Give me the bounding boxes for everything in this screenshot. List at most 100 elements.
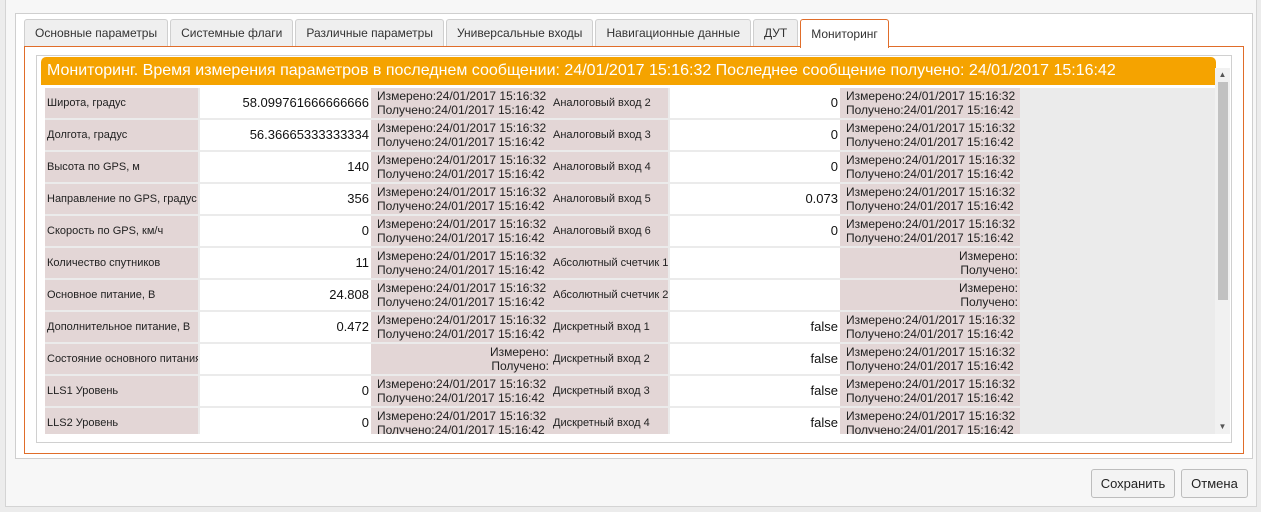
parameter-value-field[interactable]: 0 [670, 152, 840, 182]
parameter-value-field[interactable] [200, 344, 371, 374]
timestamp-cell: Измерено:24/01/2017 15:16:32 Получено:24/… [840, 88, 1020, 118]
timestamp-cell: Измерено:24/01/2017 15:16:32 Получено:24/… [840, 152, 1020, 182]
tab-panel: Основные параметры Системные флаги Разли… [15, 13, 1253, 459]
tab-monitoring[interactable]: Мониторинг [800, 19, 889, 48]
parameter-value-field[interactable]: 0.472 [200, 312, 371, 342]
table-row: Высота по GPS, м 140 Измерено:24/01/2017 1… [45, 152, 1220, 182]
timestamp-cell: Измерено: Получено: [840, 248, 1020, 278]
measured-time: Измерено:24/01/2017 15:16:32 [377, 409, 547, 423]
vertical-scrollbar[interactable]: ▲ ▼ [1215, 68, 1230, 434]
parameter-label: Абсолютный счетчик 1 [551, 248, 668, 278]
parameter-label: Направление по GPS, градус [45, 184, 198, 214]
received-time: Получено:24/01/2017 15:16:42 [377, 135, 545, 149]
parameter-value-field[interactable]: 0 [200, 376, 371, 406]
tab-bar: Основные параметры Системные флаги Разли… [24, 19, 891, 48]
parameter-label: Аналоговый вход 2 [551, 88, 668, 118]
parameter-value-field[interactable]: 356 [200, 184, 371, 214]
received-time: Получено:24/01/2017 15:16:42 [846, 135, 1014, 149]
tab-universal-inputs[interactable]: Универсальные входы [445, 19, 594, 46]
tab-fuel-sensor[interactable]: ДУТ [753, 19, 799, 46]
received-time: Получено: [960, 263, 1018, 277]
parameter-value-field[interactable] [670, 280, 840, 310]
save-button[interactable]: Сохранить [1091, 469, 1175, 498]
received-time: Получено:24/01/2017 15:16:42 [377, 199, 545, 213]
parameter-value-field[interactable]: 11 [200, 248, 371, 278]
table-row: Состояние основного питания Измерено: Полу… [45, 344, 1220, 374]
received-time: Получено:24/01/2017 15:16:42 [846, 103, 1014, 117]
table-row: Долгота, градус 56.36665333333334 Измерено… [45, 120, 1220, 150]
parameter-value-field[interactable] [670, 248, 840, 278]
parameter-value-field[interactable]: 0 [670, 120, 840, 150]
parameter-label: Долгота, градус [45, 120, 198, 150]
received-time: Получено:24/01/2017 15:16:42 [377, 103, 545, 117]
parameter-label: Дискретный вход 2 [551, 344, 668, 374]
parameter-value-field[interactable]: 0 [670, 88, 840, 118]
parameter-value-field[interactable]: 56.36665333333334 [200, 120, 371, 150]
parameter-value-field[interactable]: 0 [200, 216, 371, 246]
received-time: Получено: [491, 359, 549, 373]
timestamp-cell: Измерено:24/01/2017 15:16:32 Получено:24/… [371, 376, 551, 406]
received-time: Получено:24/01/2017 15:16:42 [846, 391, 1014, 405]
table-row: Направление по GPS, градус 356 Измерено:24… [45, 184, 1220, 214]
tab-various-params[interactable]: Различные параметры [295, 19, 444, 46]
monitoring-panel: Мониторинг. Время измерения параметров в… [36, 55, 1232, 443]
parameter-value-field[interactable]: 24.808 [200, 280, 371, 310]
timestamp-cell: Измерено:24/01/2017 15:16:32 Получено:24/… [371, 120, 551, 150]
timestamp-cell: Измерено:24/01/2017 15:16:32 Получено:24/… [840, 120, 1020, 150]
measured-time: Измерено:24/01/2017 15:16:32 [377, 217, 547, 231]
parameter-label: Основное питание, В [45, 280, 198, 310]
measured-time: Измерено:24/01/2017 15:16:32 [377, 185, 547, 199]
timestamp-cell: Измерено:24/01/2017 15:16:32 Получено:24/… [371, 280, 551, 310]
parameter-value-field[interactable]: 0 [670, 216, 840, 246]
measured-time: Измерено:24/01/2017 15:16:32 [846, 345, 1016, 359]
parameter-label: Дополнительное питание, В [45, 312, 198, 342]
timestamp-cell: Измерено:24/01/2017 15:16:32 Получено:24/… [840, 312, 1020, 342]
parameter-value-field[interactable]: 0.073 [670, 184, 840, 214]
cancel-button[interactable]: Отмена [1181, 469, 1248, 498]
tab-system-flags[interactable]: Системные флаги [170, 19, 294, 46]
received-time: Получено:24/01/2017 15:16:42 [846, 359, 1014, 373]
parameter-value-field[interactable]: 140 [200, 152, 371, 182]
table-row: Широта, градус 58.099761666666666 Измерено… [45, 88, 1220, 118]
parameter-value-field[interactable]: false [670, 376, 840, 406]
parameter-value-field[interactable]: false [670, 344, 840, 374]
tab-navigation-data[interactable]: Навигационные данные [595, 19, 752, 46]
parameter-value-field[interactable]: 58.099761666666666 [200, 88, 371, 118]
parameter-value-field[interactable]: 0 [200, 408, 371, 434]
measured-time: Измерено: [958, 249, 1018, 263]
measured-time: Измерено:24/01/2017 15:16:32 [377, 313, 547, 327]
timestamp-cell: Измерено:24/01/2017 15:16:32 Получено:24/… [371, 408, 551, 434]
timestamp-cell: Измерено:24/01/2017 15:16:32 Получено:24/… [840, 408, 1020, 434]
parameter-label: Дискретный вход 3 [551, 376, 668, 406]
received-time: Получено:24/01/2017 15:16:42 [377, 295, 545, 309]
measured-time: Измерено:24/01/2017 15:16:32 [846, 217, 1016, 231]
parameter-value-field[interactable]: false [670, 312, 840, 342]
measured-time: Измерено:24/01/2017 15:16:32 [846, 153, 1016, 167]
scrollbar-thumb[interactable] [1218, 82, 1228, 300]
table-row: LLS1 Уровень 0 Измерено:24/01/2017 15:16:3… [45, 376, 1220, 406]
measured-time: Измерено:24/01/2017 15:16:32 [846, 121, 1016, 135]
timestamp-cell: Измерено: Получено: [840, 280, 1020, 310]
tab-main-params[interactable]: Основные параметры [24, 19, 169, 46]
monitoring-tab-content: Мониторинг. Время измерения параметров в… [24, 46, 1244, 454]
parameters-grid: Широта, градус 58.099761666666666 Измерено… [45, 88, 1220, 434]
scroll-up-arrow-icon[interactable]: ▲ [1215, 68, 1230, 82]
table-row: Основное питание, В 24.808 Измерено:24/01/… [45, 280, 1220, 310]
timestamp-cell: Измерено:24/01/2017 15:16:32 Получено:24/… [371, 184, 551, 214]
timestamp-cell: Измерено:24/01/2017 15:16:32 Получено:24/… [371, 216, 551, 246]
measured-time: Измерено:24/01/2017 15:16:32 [377, 249, 547, 263]
timestamp-cell: Измерено:24/01/2017 15:16:32 Получено:24/… [371, 312, 551, 342]
measured-time: Измерено:24/01/2017 15:16:32 [377, 281, 547, 295]
table-row: Скорость по GPS, км/ч 0 Измерено:24/01/201… [45, 216, 1220, 246]
timestamp-cell: Измерено:24/01/2017 15:16:32 Получено:24/… [371, 88, 551, 118]
timestamp-cell: Измерено:24/01/2017 15:16:32 Получено:24/… [371, 152, 551, 182]
received-time: Получено:24/01/2017 15:16:42 [377, 327, 545, 341]
scroll-down-arrow-icon[interactable]: ▼ [1215, 420, 1230, 434]
table-row: Дополнительное питание, В 0.472 Измерено:2… [45, 312, 1220, 342]
timestamp-cell: Измерено:24/01/2017 15:16:32 Получено:24/… [840, 344, 1020, 374]
parameter-label: Аналоговый вход 4 [551, 152, 668, 182]
measured-time: Измерено: [489, 345, 549, 359]
measured-time: Измерено:24/01/2017 15:16:32 [377, 89, 547, 103]
timestamp-cell: Измерено: Получено: [371, 344, 551, 374]
parameter-value-field[interactable]: false [670, 408, 840, 434]
